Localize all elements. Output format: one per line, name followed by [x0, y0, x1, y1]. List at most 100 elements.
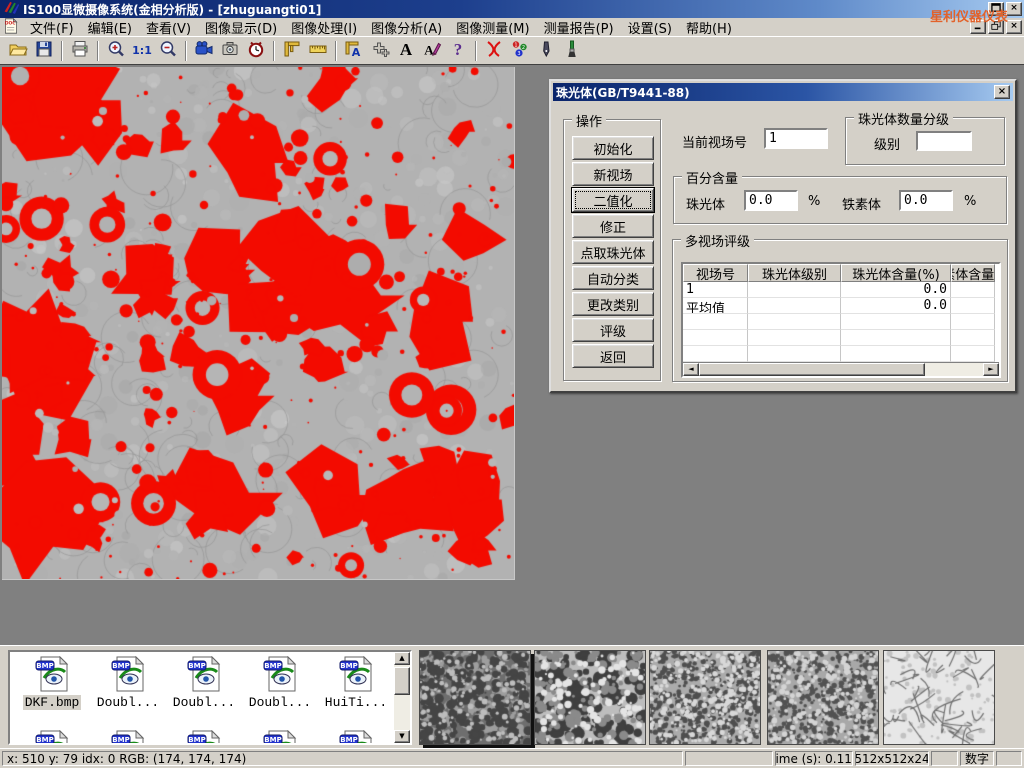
table-row-0[interactable]: 10.0: [683, 282, 999, 298]
thumbnail-5[interactable]: [883, 650, 995, 745]
toolbar-button-open-folder[interactable]: [5, 39, 31, 63]
table-horizontal-scrollbar[interactable]: ◄ ►: [683, 362, 999, 376]
multifield-group-label: 多视场评级: [681, 231, 754, 250]
menu-item-8[interactable]: 设置(S): [621, 17, 679, 38]
thumbnail-2[interactable]: [534, 650, 646, 745]
menu-item-9[interactable]: 帮助(H): [679, 17, 739, 38]
toolbar-button-actual-size[interactable]: 1:1: [129, 39, 155, 63]
file-item-0[interactable]: BMP DKF.bmp: [16, 656, 88, 710]
status-panel-4: 数字: [960, 751, 994, 766]
grade-input[interactable]: [916, 131, 972, 151]
file-item-partial[interactable]: BMP: [16, 730, 88, 745]
op-button-0[interactable]: 初始化: [572, 136, 654, 160]
current-field-input[interactable]: [764, 128, 828, 149]
file-item-1[interactable]: BMP Doubl...: [92, 656, 164, 710]
dialog-title: 珠光体(GB/T9441-88): [556, 84, 690, 101]
toolbar-button-grid-cross[interactable]: [367, 39, 393, 63]
scroll-down-button[interactable]: ▼: [394, 730, 410, 743]
ferrite-percent-input[interactable]: [899, 190, 953, 211]
file-name: HuiTi...: [323, 695, 389, 710]
menu-item-7[interactable]: 测量报告(P): [537, 17, 621, 38]
file-item-partial[interactable]: BMP: [320, 730, 392, 745]
grading-group-label: 珠光体数量分级: [854, 109, 953, 128]
toolbar-button-timer-clock[interactable]: [243, 39, 269, 63]
file-item-partial[interactable]: BMP: [92, 730, 164, 745]
close-button[interactable]: ×: [1006, 2, 1022, 16]
dialog-title-bar[interactable]: 珠光体(GB/T9441-88) ×: [553, 83, 1013, 101]
table-row-2[interactable]: [683, 314, 999, 330]
toolbar-button-pen[interactable]: [533, 39, 559, 63]
bmp-file-icon: BMP: [92, 656, 164, 695]
mdi-close-button[interactable]: ×: [1006, 20, 1022, 34]
toolbar-button-printer[interactable]: [67, 39, 93, 63]
toolbar-button-text-a[interactable]: A: [393, 39, 419, 63]
menu-item-1[interactable]: 编辑(E): [81, 17, 139, 38]
file-item-2[interactable]: BMP Doubl...: [168, 656, 240, 710]
op-button-5[interactable]: 自动分类: [572, 266, 654, 290]
toolbar-button-help-question[interactable]: ?: [445, 39, 471, 63]
workspace: 珠光体(GB/T9441-88) × 操作 初始化新视场二值化修正点取珠光体自动…: [0, 64, 1024, 645]
toolbar-button-measure-text[interactable]: A: [341, 39, 367, 63]
op-button-3[interactable]: 修正: [572, 214, 654, 238]
scroll-left-button[interactable]: ◄: [683, 363, 699, 376]
menu-item-2[interactable]: 查看(V): [139, 17, 198, 38]
table-row-1[interactable]: 平均值0.0: [683, 298, 999, 314]
op-button-7[interactable]: 评级: [572, 318, 654, 342]
file-item-4[interactable]: BMP HuiTi...: [320, 656, 392, 710]
svg-text:A: A: [352, 46, 361, 59]
op-button-8[interactable]: 返回: [572, 344, 654, 368]
dialog-close-button[interactable]: ×: [994, 85, 1010, 99]
toolbar-button-zoom-out[interactable]: [155, 39, 181, 63]
toolbar-button-save-floppy[interactable]: [31, 39, 57, 63]
menu-bar: DOC 文件(F)编辑(E)查看(V)图像显示(D)图像处理(I)图像分析(A)…: [0, 18, 1024, 36]
thumbnail-1[interactable]: [419, 650, 531, 745]
thumbnail-4[interactable]: [767, 650, 879, 745]
file-list-scrollbar[interactable]: ▲ ▼: [394, 652, 410, 743]
pearlite-percent-input[interactable]: [744, 190, 798, 211]
scroll-right-button[interactable]: ►: [983, 363, 999, 376]
file-item-partial[interactable]: BMP: [244, 730, 316, 745]
toolbar-button-zoom-in[interactable]: [103, 39, 129, 63]
toolbar-button-ruler[interactable]: [305, 39, 331, 63]
op-button-6[interactable]: 更改类别: [572, 292, 654, 316]
zoom-in-icon: [106, 39, 126, 62]
file-item-partial[interactable]: BMP: [168, 730, 240, 745]
menu-item-4[interactable]: 图像处理(I): [284, 17, 364, 38]
table-row-3[interactable]: [683, 330, 999, 346]
bmp-file-icon: BMP: [320, 656, 392, 695]
toolbar-button-brush[interactable]: [559, 39, 585, 63]
toolbar-button-still-camera[interactable]: [217, 39, 243, 63]
table-col-0: 视场号: [683, 264, 748, 282]
svg-text:A: A: [400, 40, 413, 59]
op-button-1[interactable]: 新视场: [572, 162, 654, 186]
toolbar-button-count-markers[interactable]: 123: [507, 39, 533, 63]
menu-item-5[interactable]: 图像分析(A): [364, 17, 449, 38]
menu-item-3[interactable]: 图像显示(D): [198, 17, 284, 38]
status-panel-2: (512x512x24): [855, 751, 929, 766]
table-col-1: 珠光体级别: [748, 264, 841, 282]
table-row-4[interactable]: [683, 346, 999, 362]
caliper-icon: [282, 39, 302, 62]
current-field-label: 当前视场号: [682, 132, 747, 151]
toolbar-button-curve-tool[interactable]: [481, 39, 507, 63]
toolbar-button-caliper[interactable]: [279, 39, 305, 63]
file-list: ▲ ▼ BMP DKF.bmp BMP Doubl... BMP Doubl..…: [8, 650, 412, 745]
scroll-up-button[interactable]: ▲: [394, 652, 410, 665]
toolbar-button-video-camera[interactable]: [191, 39, 217, 63]
bmp-file-icon: BMP: [168, 730, 240, 745]
menu-item-0[interactable]: 文件(F): [23, 17, 81, 38]
thumbnail-3[interactable]: [649, 650, 761, 745]
open-folder-icon: [8, 39, 28, 62]
scroll-thumb[interactable]: [394, 667, 410, 695]
scroll-thumb[interactable]: [699, 363, 925, 376]
file-name: Doubl...: [247, 695, 313, 710]
pen-icon: [536, 39, 556, 62]
micrograph-image[interactable]: [2, 67, 515, 580]
status-panel-0: [685, 751, 773, 766]
op-button-2[interactable]: 二值化: [572, 188, 654, 212]
pearlite-dialog: 珠光体(GB/T9441-88) × 操作 初始化新视场二值化修正点取珠光体自动…: [549, 79, 1017, 393]
op-button-4[interactable]: 点取珠光体: [572, 240, 654, 264]
menu-item-6[interactable]: 图像测量(M): [449, 17, 536, 38]
file-item-3[interactable]: BMP Doubl...: [244, 656, 316, 710]
toolbar-button-annotate[interactable]: A: [419, 39, 445, 63]
